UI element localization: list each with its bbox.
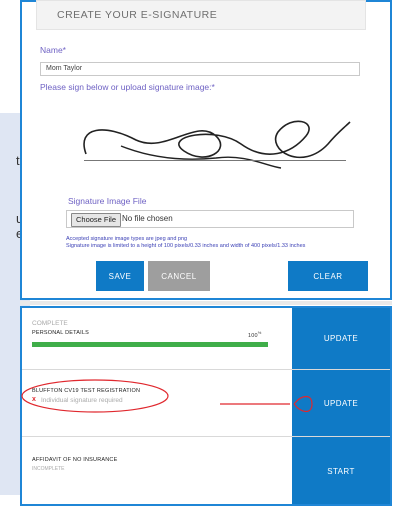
step-row-affidavit: AFFIDAVIT OF NO INSURANCE INCOMPLETE STA… <box>22 437 390 504</box>
name-label: Name* <box>40 45 66 55</box>
step-title: BLUFFTON CV19 TEST REGISTRATION <box>32 388 141 394</box>
no-file-text: No file chosen <box>122 214 173 223</box>
file-note-size: Signature image is limited to a height o… <box>66 243 306 249</box>
update-personal-details-button[interactable]: UPDATE <box>292 308 390 369</box>
error-text: Individual signature required <box>41 397 123 404</box>
form-title: CREATE YOUR E-SIGNATURE <box>57 9 218 21</box>
sign-instruction: Please sign below or upload signature im… <box>40 82 215 92</box>
signature-pad[interactable] <box>66 96 356 178</box>
error-x-icon: x <box>32 396 36 403</box>
step-title: PERSONAL DETAILS <box>32 330 89 336</box>
clear-button[interactable]: CLEAR <box>288 261 368 291</box>
file-label: Signature Image File <box>68 196 147 206</box>
file-input[interactable]: Choose File No file chosen <box>66 210 354 228</box>
name-input[interactable]: Mom Taylor <box>40 62 360 76</box>
progress-fill <box>32 342 268 347</box>
save-button[interactable]: SAVE <box>96 261 144 291</box>
signature-baseline <box>84 160 346 161</box>
step-status: COMPLETE <box>32 320 68 327</box>
step-row-test-registration: BLUFFTON CV19 TEST REGISTRATION x Indivi… <box>22 370 390 437</box>
choose-file-button[interactable]: Choose File <box>71 213 122 227</box>
progress-percent: 100% <box>248 330 262 339</box>
form-header: CREATE YOUR E-SIGNATURE <box>36 0 366 30</box>
signature-drawing <box>83 120 351 169</box>
update-registration-button[interactable]: UPDATE <box>292 370 390 436</box>
section-divider <box>20 301 392 305</box>
cancel-button[interactable]: CANCEL <box>148 261 210 291</box>
progress-track <box>32 342 268 347</box>
file-note-types: Accepted signature image types are jpeg … <box>66 236 188 242</box>
step-title: AFFIDAVIT OF NO INSURANCE <box>32 457 118 463</box>
start-affidavit-button[interactable]: START <box>292 437 390 504</box>
steps-panel: COMPLETE PERSONAL DETAILS 100% UPDATE BL… <box>20 306 392 506</box>
step-row-personal-details: COMPLETE PERSONAL DETAILS 100% UPDATE <box>22 308 390 370</box>
step-status: INCOMPLETE <box>32 466 65 472</box>
